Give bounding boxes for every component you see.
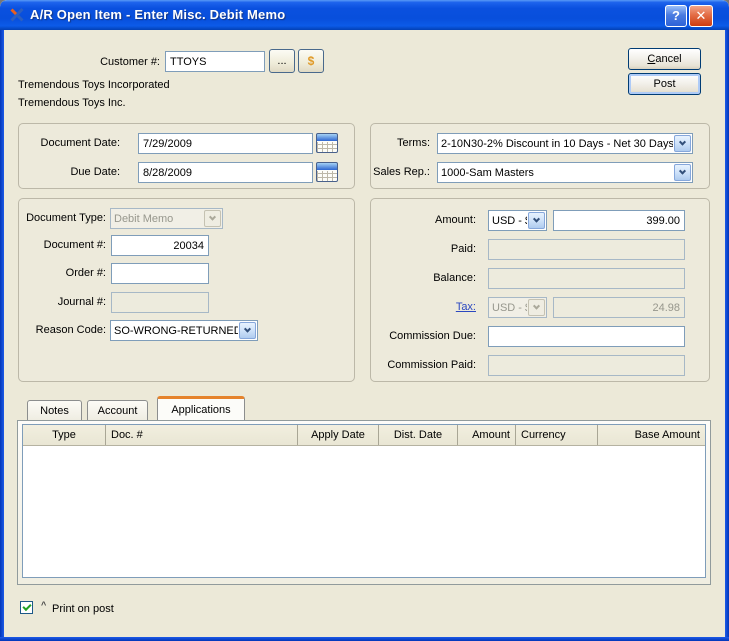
paid-input xyxy=(488,239,685,260)
terms-dropdown[interactable]: 2-10N30-2% Discount in 10 Days - Net 30 … xyxy=(437,133,693,154)
column-header-type[interactable]: Type xyxy=(23,425,106,445)
column-header-dist-date[interactable]: Dist. Date xyxy=(379,425,458,445)
close-button[interactable]: ✕ xyxy=(689,5,713,27)
balance-input xyxy=(488,268,685,289)
chevron-down-icon xyxy=(204,210,221,227)
commission-due-label: Commission Due: xyxy=(356,330,476,343)
chevron-down-icon xyxy=(528,299,545,316)
document-type-label: Document Type: xyxy=(16,212,106,225)
tax-input xyxy=(553,297,685,318)
journal-number-label: Journal #: xyxy=(16,296,106,309)
document-date-input[interactable] xyxy=(138,133,313,154)
terms-value: 2-10N30-2% Discount in 10 Days - Net 30 … xyxy=(438,134,673,153)
customer-money-button[interactable]: $ xyxy=(298,49,324,73)
document-number-input[interactable] xyxy=(111,235,209,256)
sales-rep-label: Sales Rep.: xyxy=(330,166,430,179)
tax-currency-value: USD - $ xyxy=(489,298,527,317)
document-type-value: Debit Memo xyxy=(111,209,203,228)
terms-label: Terms: xyxy=(330,137,430,150)
sales-rep-dropdown[interactable]: 1000-Sam Masters xyxy=(437,162,693,183)
debit-memo-dialog: A/R Open Item - Enter Misc. Debit Memo ?… xyxy=(0,0,729,641)
document-number-label: Document #: xyxy=(16,239,106,252)
commission-paid-label: Commission Paid: xyxy=(356,359,476,372)
due-date-input[interactable] xyxy=(138,162,313,183)
caret-mark-icon: ^ xyxy=(41,600,46,610)
tab-notes[interactable]: Notes xyxy=(27,400,82,420)
applications-grid-header: Type Doc. # Apply Date Dist. Date Amount… xyxy=(23,425,705,446)
amount-currency-dropdown[interactable]: USD - $ xyxy=(488,210,547,231)
window-border-bottom xyxy=(0,637,729,641)
balance-label: Balance: xyxy=(356,272,476,285)
window-border-left xyxy=(0,30,4,641)
document-date-label: Document Date: xyxy=(25,137,120,150)
customer-name-line1: Tremendous Toys Incorporated xyxy=(18,79,170,91)
amount-label: Amount: xyxy=(356,214,476,227)
titlebar[interactable]: A/R Open Item - Enter Misc. Debit Memo ?… xyxy=(0,0,729,30)
post-button[interactable]: Post xyxy=(628,73,701,95)
tab-account[interactable]: Account xyxy=(87,400,148,420)
column-header-base-amount[interactable]: Base Amount xyxy=(598,425,705,445)
order-number-input[interactable] xyxy=(111,263,209,284)
document-type-dropdown: Debit Memo xyxy=(110,208,223,229)
order-number-label: Order #: xyxy=(16,267,106,280)
column-header-apply-date[interactable]: Apply Date xyxy=(298,425,379,445)
sales-rep-value: 1000-Sam Masters xyxy=(438,163,673,182)
cancel-button[interactable]: Cancel xyxy=(628,48,701,70)
chevron-down-icon[interactable] xyxy=(528,212,545,229)
chevron-down-icon[interactable] xyxy=(674,135,691,152)
reason-code-dropdown[interactable]: SO-WRONG-RETURNED-SC xyxy=(110,320,258,341)
tax-currency-dropdown: USD - $ xyxy=(488,297,547,318)
customer-input[interactable] xyxy=(165,51,265,72)
help-button[interactable]: ? xyxy=(665,5,687,27)
reason-code-value: SO-WRONG-RETURNED-SC xyxy=(111,321,238,340)
app-icon xyxy=(9,7,25,23)
paid-label: Paid: xyxy=(356,243,476,256)
column-header-amount[interactable]: Amount xyxy=(458,425,516,445)
window-border-right xyxy=(725,30,729,641)
customer-browse-button[interactable]: ... xyxy=(269,49,295,73)
applications-grid: Type Doc. # Apply Date Dist. Date Amount… xyxy=(22,424,706,578)
cancel-label-rest: ancel xyxy=(655,53,681,65)
print-on-post-checkbox[interactable] xyxy=(20,601,33,614)
journal-number-input xyxy=(111,292,209,313)
chevron-down-icon[interactable] xyxy=(674,164,691,181)
commission-due-input[interactable] xyxy=(488,326,685,347)
window-title: A/R Open Item - Enter Misc. Debit Memo xyxy=(30,7,285,22)
customer-label: Customer #: xyxy=(58,56,160,69)
chevron-down-icon[interactable] xyxy=(239,322,256,339)
tab-applications[interactable]: Applications xyxy=(157,396,245,420)
commission-paid-input xyxy=(488,355,685,376)
column-header-doc-number[interactable]: Doc. # xyxy=(106,425,298,445)
tax-label-wrap: Tax: xyxy=(356,301,476,314)
amount-input[interactable] xyxy=(553,210,685,231)
amount-currency-value: USD - $ xyxy=(489,211,527,230)
due-date-label: Due Date: xyxy=(25,166,120,179)
reason-code-label: Reason Code: xyxy=(16,324,106,337)
print-on-post-label[interactable]: Print on post xyxy=(52,603,114,615)
tax-link[interactable]: Tax: xyxy=(456,301,476,313)
column-header-currency[interactable]: Currency xyxy=(516,425,598,445)
customer-name-line2: Tremendous Toys Inc. xyxy=(18,97,126,109)
applications-grid-body[interactable] xyxy=(23,446,705,577)
